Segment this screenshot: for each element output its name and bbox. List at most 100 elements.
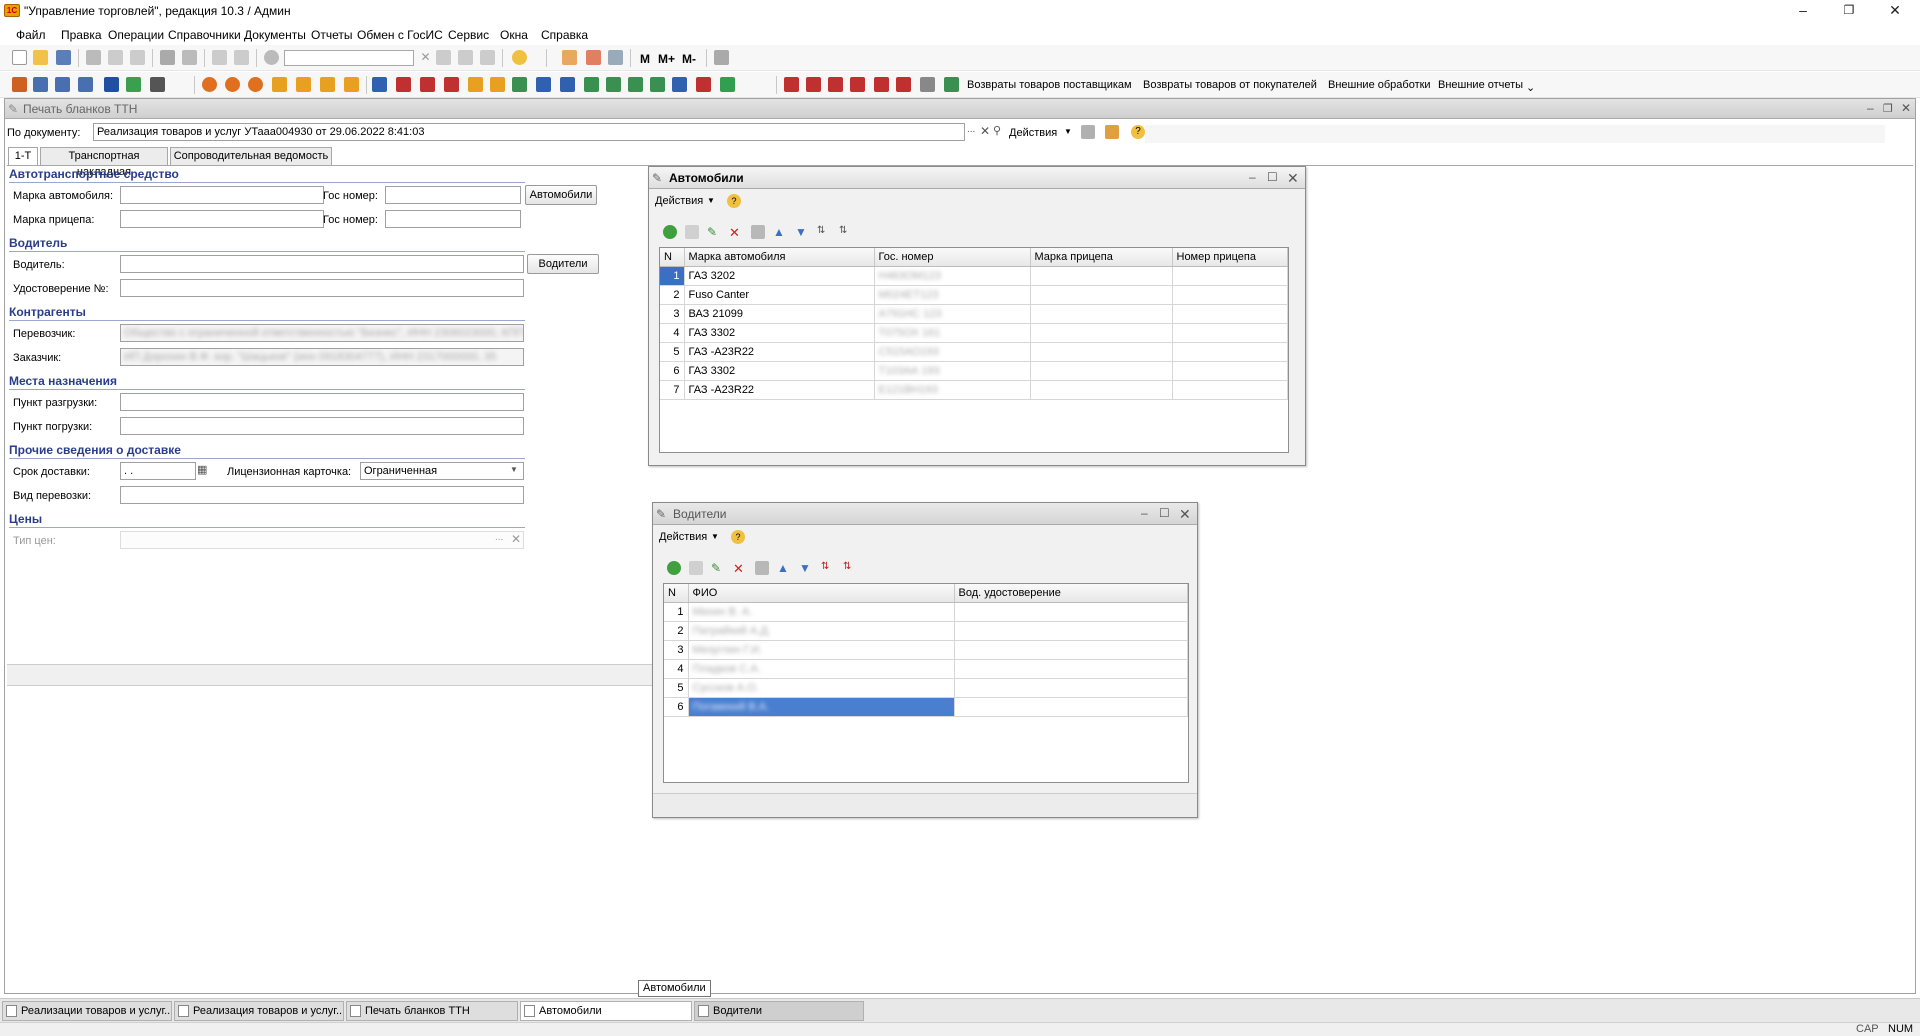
col-trailer-num[interactable]: Номер прицепа xyxy=(1172,248,1288,267)
menu-reports[interactable]: Отчеты xyxy=(311,28,352,42)
drivers-maximize-icon[interactable]: ☐ xyxy=(1159,506,1170,520)
cut-icon[interactable] xyxy=(86,50,101,65)
toolbar-pay-icon[interactable] xyxy=(512,77,527,92)
toolbar-chart-icon[interactable] xyxy=(150,77,165,92)
toolbar-r2-icon[interactable] xyxy=(806,77,821,92)
col-n[interactable]: N xyxy=(660,248,685,267)
delivery-term-field[interactable]: . . xyxy=(120,462,196,480)
toolbar-posting-icon[interactable] xyxy=(444,77,459,92)
menu-file[interactable]: Файл xyxy=(16,28,46,42)
cars-edit-icon[interactable]: ✎ xyxy=(707,225,721,239)
drivers-add-icon[interactable] xyxy=(667,561,681,575)
toolbar-r5-icon[interactable] xyxy=(874,77,889,92)
toolbar-sale-icon[interactable] xyxy=(225,77,240,92)
tab-1t[interactable]: 1-Т xyxy=(8,147,38,166)
car-brand-field[interactable] xyxy=(120,186,324,204)
toolbar-order-icon[interactable] xyxy=(248,77,263,92)
toolbar-warehouse-icon[interactable] xyxy=(296,77,311,92)
toolbar-returns-icon[interactable] xyxy=(944,77,959,92)
drivers-up-icon[interactable]: ▲ xyxy=(777,561,791,575)
cars-actions-menu[interactable]: Действия xyxy=(655,195,703,207)
table-row[interactable]: 2 Патрайкий А.Д. xyxy=(664,621,1188,641)
toolbar-move-icon[interactable] xyxy=(372,77,387,92)
carrier-field[interactable]: Общество с ограниченной ответственностью… xyxy=(124,327,523,339)
cars-delete-icon[interactable]: ✕ xyxy=(729,225,743,240)
toolbar-report-icon[interactable] xyxy=(55,77,70,92)
print-icon[interactable] xyxy=(1105,125,1119,139)
toolbar-doc-icon[interactable] xyxy=(12,77,27,92)
cars-button[interactable]: Автомобили xyxy=(525,185,597,205)
cars-maximize-icon[interactable]: ☐ xyxy=(1267,170,1278,184)
table-row[interactable]: 1 ГАЗ 3202 Н463ОМ123 xyxy=(660,266,1288,286)
toolbar-red-icon[interactable] xyxy=(696,77,711,92)
menu-service[interactable]: Сервис xyxy=(448,28,489,42)
toolbar-users-icon[interactable] xyxy=(104,77,119,92)
toolbar-list-icon[interactable] xyxy=(33,77,48,92)
load-point-field[interactable] xyxy=(120,417,524,435)
drivers-group-icon[interactable] xyxy=(755,561,769,575)
m-plus-icon[interactable]: M+ xyxy=(658,52,675,66)
table-row[interactable]: 2 Fuso Canter М024ЕТ123 xyxy=(660,285,1288,305)
by-doc-field[interactable]: Реализация товаров и услуг УТааа004930 о… xyxy=(93,123,965,141)
license-card-chevron-icon[interactable]: ▼ xyxy=(510,465,518,474)
menu-catalogs[interactable]: Справочники xyxy=(168,28,241,42)
toolbar-r1-icon[interactable] xyxy=(784,77,799,92)
menu-gosis[interactable]: Обмен с ГосИС xyxy=(357,28,443,42)
doc-close-icon[interactable]: ✕ xyxy=(1901,101,1911,115)
table-row[interactable]: 7 ГАЗ -А23R22 Е121ВН193 xyxy=(660,380,1288,400)
cars-down-icon[interactable]: ▼ xyxy=(795,225,809,239)
transport-type-field[interactable] xyxy=(120,486,524,504)
table-row[interactable]: 3 ВАЗ 21099 А791НС 123 xyxy=(660,304,1288,324)
tab-transport-invoice[interactable]: Транспортная накладная xyxy=(40,147,168,178)
price-type-field[interactable] xyxy=(120,531,524,549)
toolbar-green-icon[interactable] xyxy=(720,77,735,92)
drivers-close-icon[interactable]: ✕ xyxy=(1179,506,1191,523)
drivers-delete-icon[interactable]: ✕ xyxy=(733,561,747,576)
toolbar-set-icon[interactable] xyxy=(628,77,643,92)
toolbar-transfer-icon[interactable] xyxy=(560,77,575,92)
calc-icon[interactable] xyxy=(562,50,577,65)
drivers-minimize-icon[interactable]: – xyxy=(1141,506,1148,520)
actions-chevron-icon[interactable]: ▼ xyxy=(1064,127,1072,136)
open-doc-icon[interactable]: ⚲ xyxy=(993,124,1001,137)
toolbar-r3-icon[interactable] xyxy=(828,77,843,92)
toolbar-invent-icon[interactable] xyxy=(468,77,483,92)
drivers-actions-chevron-icon[interactable]: ▼ xyxy=(711,532,719,541)
close-icon[interactable]: ✕ xyxy=(1872,0,1918,22)
price-type-clear-icon[interactable]: ✕ xyxy=(511,532,521,546)
clear-doc-icon[interactable]: ✕ xyxy=(980,124,990,138)
col-trailer-brand[interactable]: Марка прицепа xyxy=(1030,248,1173,267)
table-row[interactable]: 3 Мезуглин Г.И. xyxy=(664,640,1188,660)
print-preview-icon[interactable] xyxy=(1081,125,1095,139)
unload-point-field[interactable] xyxy=(120,393,524,411)
clear-icon[interactable]: ✕ xyxy=(418,50,433,65)
task-sale-doc[interactable]: Реализация товаров и услуг... xyxy=(174,1001,344,1021)
new-icon[interactable] xyxy=(12,50,27,65)
search-icon[interactable] xyxy=(264,50,279,65)
customer-field[interactable]: ИП Дорохин В.Ф. кор. "Шацькое" (инн 0918… xyxy=(124,351,496,363)
menu-documents[interactable]: Документы xyxy=(244,28,306,42)
info-icon[interactable] xyxy=(512,50,527,65)
link-ext-processing[interactable]: Внешние обработки xyxy=(1328,79,1431,91)
table-row[interactable]: 5 ГАЗ -А23R22 С515АО193 xyxy=(660,342,1288,362)
search-combo[interactable] xyxy=(284,50,414,66)
actions-menu[interactable]: Действия xyxy=(1009,127,1057,139)
drivers-help-icon[interactable]: ? xyxy=(731,530,745,544)
restore-icon[interactable]: ❐ xyxy=(1826,0,1872,22)
find-next-icon[interactable] xyxy=(436,50,451,65)
toolbar-writeoff-icon[interactable] xyxy=(420,77,435,92)
trailer-num-field[interactable] xyxy=(385,210,521,228)
save-icon[interactable] xyxy=(56,50,71,65)
price-type-select-icon[interactable]: ... xyxy=(495,532,503,543)
toolbar-receipt-icon[interactable] xyxy=(536,77,551,92)
calendar-picker-icon[interactable]: ▦ xyxy=(197,463,207,476)
task-drivers[interactable]: Водители xyxy=(694,1001,864,1021)
table-row[interactable]: 6 Погавекий В.А. xyxy=(664,697,1188,717)
toolbar-price-icon[interactable] xyxy=(584,77,599,92)
toolbar-r4-icon[interactable] xyxy=(850,77,865,92)
redo-icon[interactable] xyxy=(234,50,249,65)
cars-sort-desc-icon[interactable]: ⇅ xyxy=(839,225,853,239)
menu-edit[interactable]: Правка xyxy=(61,28,102,42)
task-print-ttn[interactable]: Печать бланков ТТН xyxy=(346,1001,518,1021)
toolbar-more-icon[interactable]: ⌄ xyxy=(1526,81,1535,94)
